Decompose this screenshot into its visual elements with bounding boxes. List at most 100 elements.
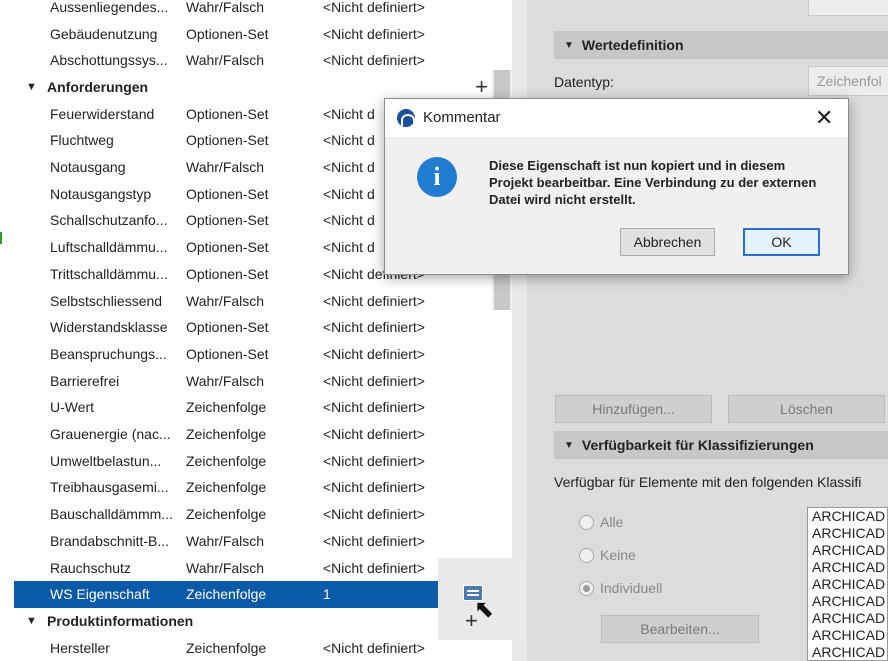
collapse-caret-icon[interactable]: ▼ bbox=[26, 615, 37, 627]
classification-item[interactable]: ARCHICAD bbox=[808, 559, 887, 576]
loeschen-button[interactable]: Löschen bbox=[728, 395, 885, 423]
dialog-body: i Diese Eigenschaft ist nun kopiert und … bbox=[385, 137, 848, 274]
datentyp-label: Datentyp: bbox=[554, 74, 614, 90]
radio-circle bbox=[579, 580, 594, 596]
property-name: Grauenergie (nac... bbox=[50, 426, 171, 443]
property-name: Notausgangstyp bbox=[50, 185, 152, 202]
classification-item[interactable]: ARCHICAD bbox=[808, 627, 887, 644]
property-name: Gebäudenutzung bbox=[50, 25, 158, 42]
property-type: Optionen-Set bbox=[186, 25, 269, 42]
dialog-message: Diese Eigenschaft ist nun kopiert und in… bbox=[489, 158, 817, 207]
classification-item[interactable]: ARCHICAD bbox=[808, 525, 887, 542]
property-name: Brandabschnitt-B... bbox=[50, 532, 170, 549]
classification-item[interactable]: ARCHICAD bbox=[808, 542, 887, 559]
collapse-caret-icon: ▼ bbox=[564, 439, 574, 451]
property-name: Hersteller bbox=[50, 639, 110, 656]
top-field[interactable] bbox=[808, 0, 888, 16]
property-row[interactable]: Barrierefrei Wahr/Falsch <Nicht definiert> bbox=[14, 367, 492, 394]
collapse-caret-icon: ▼ bbox=[564, 39, 574, 51]
property-name: Rauchschutz bbox=[50, 559, 131, 576]
property-type: Optionen-Set bbox=[186, 212, 269, 229]
property-row[interactable]: Selbstschliessend Wahr/Falsch <Nicht defin… bbox=[14, 287, 492, 314]
property-row[interactable]: Rauchschutz Wahr/Falsch <Nicht definiert> bbox=[14, 554, 492, 581]
property-type: Zeichenfolge bbox=[186, 586, 267, 603]
property-name: Bauschalldämmm... bbox=[50, 506, 173, 523]
property-row[interactable]: Hersteller Zeichenfolge <Nicht definiert> bbox=[14, 634, 492, 661]
property-type: Wahr/Falsch bbox=[186, 292, 265, 309]
datentyp-value: Zeichenfol bbox=[817, 73, 882, 89]
radio-label: Keine bbox=[600, 547, 636, 563]
property-name: Luftschalldämmu... bbox=[50, 239, 168, 256]
property-row[interactable]: Widerstandsklasse Optionen-Set <Nicht defi… bbox=[14, 313, 492, 341]
group-name: Produktinformationen bbox=[47, 612, 194, 629]
hinzufuegen-button[interactable]: Hinzufügen... bbox=[555, 395, 712, 423]
property-value: <Nicht definiert> bbox=[323, 52, 425, 69]
radio-label: Alle bbox=[600, 514, 624, 530]
dialog-titlebar[interactable]: Kommentar ✕ bbox=[385, 99, 848, 137]
property-type: Wahr/Falsch bbox=[186, 559, 265, 576]
property-value: <Nicht definiert> bbox=[323, 426, 425, 443]
classification-item[interactable]: ARCHICAD bbox=[808, 576, 887, 593]
property-name: Fluchtweg bbox=[50, 132, 114, 149]
property-row[interactable]: Umweltbelastun... Zeichenfolge <Nicht defi… bbox=[14, 447, 492, 475]
property-type: Optionen-Set bbox=[186, 319, 269, 336]
property-type: Optionen-Set bbox=[186, 345, 269, 362]
property-type: Optionen-Set bbox=[186, 265, 269, 282]
property-type: Wahr/Falsch bbox=[186, 532, 265, 549]
radio-circle bbox=[579, 547, 594, 563]
group-row[interactable]: ▼ Produktinformationen bbox=[14, 607, 492, 635]
property-name: U-Wert bbox=[50, 399, 95, 416]
property-row[interactable]: Abschottungssys... Wahr/Falsch <Nicht defi… bbox=[14, 46, 492, 74]
radio-individuell[interactable]: Individuell bbox=[579, 580, 662, 596]
classification-list[interactable]: ARCHICAD ARCHICAD ARCHICAD ARCHICAD ARCHICAD… bbox=[807, 507, 888, 661]
classification-item[interactable]: ARCHICAD bbox=[808, 593, 887, 610]
group-row[interactable]: ▼ Anforderungen + bbox=[14, 73, 492, 101]
property-type: Zeichenfolge bbox=[186, 399, 267, 416]
cancel-button[interactable]: Abbrechen bbox=[620, 228, 715, 256]
property-name: Feuerwiderstand bbox=[50, 105, 155, 122]
radio-keine[interactable]: Keine bbox=[579, 547, 636, 563]
property-value: <Nicht definiert> bbox=[323, 452, 425, 469]
property-type: Zeichenfolge bbox=[186, 426, 267, 443]
property-type: Wahr/Falsch bbox=[186, 0, 265, 15]
property-name: Beanspruchungs... bbox=[50, 345, 167, 362]
bearbeiten-button[interactable]: Bearbeiten... bbox=[601, 615, 759, 643]
property-value: <Nicht definiert> bbox=[323, 532, 425, 549]
property-name: Umweltbelastun... bbox=[50, 452, 162, 469]
classification-item[interactable]: ARCHICAD bbox=[808, 644, 887, 660]
edge-marker bbox=[0, 232, 2, 244]
property-row[interactable]: Gebäudenutzung Optionen-Set <Nicht definie… bbox=[14, 20, 492, 47]
section-title: Wertedefinition bbox=[581, 37, 684, 53]
radio-alle[interactable]: Alle bbox=[579, 514, 623, 530]
property-type: Optionen-Set bbox=[186, 185, 269, 202]
property-name: Trittschalldämmu... bbox=[50, 265, 168, 282]
wertedefinition-section-header[interactable]: ▼ Wertedefinition bbox=[554, 31, 888, 59]
verfuegbarkeit-section-header[interactable]: ▼ Verfügbarkeit für Klassifizierungen bbox=[554, 431, 888, 459]
property-row[interactable]: Beanspruchungs... Optionen-Set <Nicht defi… bbox=[14, 340, 492, 368]
property-row[interactable]: Treibhausgasemi... Zeichenfolge <Nicht def… bbox=[14, 474, 492, 501]
property-value: <Nicht definiert> bbox=[323, 372, 425, 389]
property-row-selected[interactable]: WS Eigenschaft Zeichenfolge 1 bbox=[14, 580, 492, 608]
property-value: <Nicht definiert> bbox=[323, 345, 425, 362]
property-value: <Nicht definiert> bbox=[323, 292, 425, 309]
comment-dialog: Kommentar ✕ i Diese Eigenschaft ist nun … bbox=[384, 98, 849, 275]
property-row[interactable]: U-Wert Zeichenfolge <Nicht definiert> bbox=[14, 394, 492, 421]
classification-item[interactable]: ARCHICAD bbox=[808, 610, 887, 627]
add-property-icon[interactable]: + bbox=[475, 75, 488, 97]
close-icon[interactable]: ✕ bbox=[815, 105, 833, 131]
property-name: Schallschutzanfo... bbox=[50, 212, 168, 229]
property-row[interactable]: Bauschalldämmm... Zeichenfolge <Nicht defi… bbox=[14, 500, 492, 528]
property-type: Zeichenfolge bbox=[186, 452, 267, 469]
property-value: <Nicht definiert> bbox=[323, 639, 425, 656]
property-value: <Nicht definiert> bbox=[323, 0, 425, 15]
property-row[interactable]: Aussenliegendes... Wahr/Falsch <Nicht defi… bbox=[14, 0, 492, 21]
property-row[interactable]: Grauenergie (nac... Zeichenfolge <Nicht de… bbox=[14, 420, 492, 448]
property-type: Zeichenfolge bbox=[186, 639, 267, 656]
property-row[interactable]: Brandabschnitt-B... Wahr/Falsch <Nicht def… bbox=[14, 527, 492, 555]
section-title: Verfügbarkeit für Klassifizierungen bbox=[581, 437, 814, 453]
property-name: Selbstschliessend bbox=[50, 292, 163, 309]
classification-item[interactable]: ARCHICAD bbox=[808, 508, 887, 525]
datentyp-select[interactable]: Zeichenfol bbox=[808, 66, 888, 96]
ok-button[interactable]: OK bbox=[743, 228, 820, 256]
collapse-caret-icon[interactable]: ▼ bbox=[26, 81, 37, 93]
